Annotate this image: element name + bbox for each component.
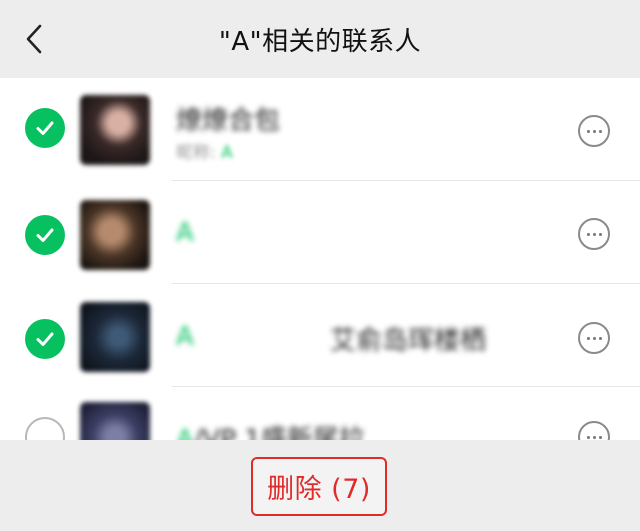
chevron-left-icon (26, 24, 42, 54)
contact-name: A (176, 322, 194, 352)
contact-extra-text: 艾俞岛珲楼栖 (330, 326, 487, 356)
contact-row[interactable]: A/VP 1盛新尾拉 (0, 387, 640, 440)
avatar (80, 95, 150, 165)
contact-row[interactable]: 燎燎合包 昵称: A (0, 78, 640, 181)
selected-check-icon[interactable] (25, 215, 65, 255)
avatar (80, 302, 150, 372)
more-options-icon[interactable] (578, 421, 610, 440)
contact-name: A (176, 218, 194, 248)
more-options-icon[interactable] (578, 218, 610, 250)
delete-button-label: 删除 (7) (267, 474, 371, 505)
selected-check-icon[interactable] (25, 108, 65, 148)
more-options-icon[interactable] (578, 115, 610, 147)
navigation-bar: "A"相关的联系人 (0, 0, 640, 78)
contact-name: 燎燎合包 (176, 106, 281, 136)
avatar (80, 200, 150, 270)
back-button[interactable] (18, 22, 50, 56)
more-options-icon[interactable] (578, 322, 610, 354)
contact-row[interactable]: A 艾俞岛珲楼栖 (0, 284, 640, 387)
page-title: "A"相关的联系人 (218, 26, 422, 57)
delete-button[interactable]: 删除 (7) (251, 457, 387, 516)
avatar (80, 402, 150, 440)
unselected-check-icon[interactable] (25, 417, 65, 440)
contact-name: A/VP 1盛新尾拉 (176, 425, 365, 440)
contact-subtitle: 昵称: A (176, 143, 233, 163)
selected-check-icon[interactable] (25, 319, 65, 359)
contact-row[interactable]: A (0, 181, 640, 284)
contact-list: 燎燎合包 昵称: A A A 艾俞岛珲楼栖 A/VP 1盛新尾拉 (0, 78, 640, 440)
